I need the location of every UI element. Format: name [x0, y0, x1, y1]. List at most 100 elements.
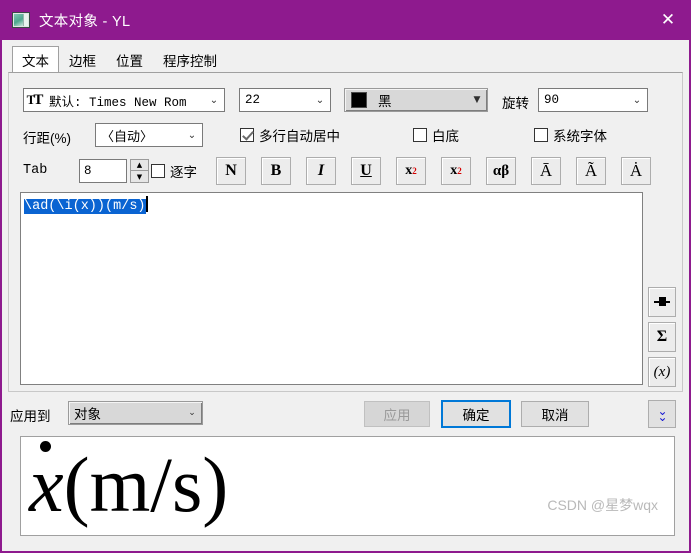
preview-rest: (m/s) — [63, 441, 229, 528]
text-editor[interactable]: \ad(\i(x))(m/s) — [20, 192, 643, 385]
white-background-label: 白底 — [432, 129, 459, 144]
tab-value[interactable]: 8 — [79, 159, 127, 183]
cancel-button-label: 取消 — [541, 408, 569, 423]
apply-to-label: 应用到 — [10, 409, 51, 424]
ok-button[interactable]: 确定 — [441, 400, 511, 428]
tab-label: 边框 — [69, 54, 96, 69]
tab-label: Tab — [23, 163, 48, 178]
insert-field-button[interactable] — [648, 287, 676, 317]
sigma-button[interactable]: Σ — [648, 322, 676, 352]
sigma-icon: Σ — [656, 328, 668, 345]
dot-accent-button[interactable]: Ȧ — [621, 157, 651, 185]
dot-accent-glyph: Ȧ — [629, 161, 643, 180]
tab-text[interactable]: 文本 — [12, 46, 59, 74]
macron-glyph: Ā — [539, 161, 553, 180]
chevron-down-icon: ▼ — [473, 95, 481, 105]
multiline-center-checkbox[interactable] — [240, 128, 254, 142]
preview-pane: x(m/s) CSDN @星梦wqx — [20, 436, 675, 536]
per-char-checkrow[interactable]: 逐字 — [151, 161, 197, 181]
line-spacing-value: 〈自动〉 — [101, 128, 154, 144]
superscript-button[interactable]: x2 — [396, 157, 426, 185]
bold-glyph: B — [270, 162, 282, 179]
font-size-combo[interactable]: 22 ⌄ — [239, 88, 331, 112]
tab-label: 文本 — [22, 54, 49, 69]
font-size-value: 22 — [245, 93, 261, 107]
apply-button[interactable]: 应用 — [364, 401, 430, 427]
apply-to-combo[interactable]: 对象 ⌄ — [68, 401, 203, 425]
italic-button[interactable]: I — [306, 157, 336, 185]
font-family-combo[interactable]: TT 默认: Times New Rom ⌄ — [23, 88, 225, 112]
greek-button[interactable]: αβ — [486, 157, 516, 185]
preview-base-glyph: x — [29, 441, 64, 528]
window-title: 文本对象 - YL — [39, 13, 131, 30]
multiline-center-label: 多行自动居中 — [259, 129, 340, 144]
double-chevron-down-icon: ⌄ ⌄ — [657, 404, 667, 424]
font-color-combo[interactable]: 黑 ▼ — [344, 88, 488, 112]
tab-position[interactable]: 位置 — [106, 47, 153, 73]
editor-selected-text[interactable]: \ad(\i(x))(m/s) — [24, 199, 146, 214]
window-image-icon — [12, 12, 30, 28]
italic-glyph: I — [317, 162, 325, 179]
chevron-down-icon: ⌄ — [188, 408, 196, 418]
superscript-mark: 2 — [412, 166, 417, 176]
tab-label: 程序控制 — [163, 54, 217, 69]
apply-button-label: 应用 — [383, 408, 411, 423]
tt-font-icon: TT — [26, 91, 44, 108]
subscript-button[interactable]: x2 — [441, 157, 471, 185]
accented-x-glyph: x — [29, 437, 64, 533]
expand-button[interactable]: ⌄ ⌄ — [648, 400, 676, 428]
text-object-dialog: 文本对象 - YL ✕ 文本 边框 位置 程序控制 TT 默认: Times N… — [0, 0, 691, 553]
white-background-checkbox[interactable] — [413, 128, 427, 142]
tab-strip: 文本 边框 位置 程序控制 — [2, 40, 689, 74]
per-char-label: 逐字 — [170, 165, 197, 180]
system-font-checkrow[interactable]: 系统字体 — [534, 125, 607, 145]
editor-line: \ad(\i(x))(m/s) — [24, 196, 148, 216]
tab-stepper[interactable]: 8 ▲ ▼ — [79, 159, 149, 183]
line-spacing-label: 行距(%) — [23, 131, 71, 146]
insert-field-icon — [654, 296, 670, 308]
tab-label: 位置 — [116, 54, 143, 69]
cancel-button[interactable]: 取消 — [521, 401, 589, 427]
rotation-value: 90 — [544, 93, 560, 107]
spinner-down-icon[interactable]: ▼ — [130, 171, 149, 183]
ok-button-label: 确定 — [462, 408, 490, 423]
normal-glyph: N — [225, 162, 237, 179]
chevron-down-icon: ⌄ — [632, 94, 642, 106]
tab-program-control[interactable]: 程序控制 — [153, 47, 227, 73]
superscript-glyph: x — [405, 163, 413, 178]
watermark: CSDN @星梦wqx — [547, 497, 658, 513]
per-char-checkbox[interactable] — [151, 164, 165, 178]
multiline-center-checkrow[interactable]: 多行自动居中 — [240, 125, 340, 145]
font-color-value: 黑 — [378, 94, 392, 109]
text-caret — [145, 196, 148, 212]
tilde-accent-button[interactable]: Ã — [576, 157, 606, 185]
preview-text: x(m/s) — [29, 437, 228, 533]
chevron-down-icon: ⌄ — [187, 129, 197, 141]
dialog-footer: 应用到 对象 ⌄ 应用 确定 取消 ⌄ ⌄ — [2, 396, 689, 432]
bold-button[interactable]: B — [261, 157, 291, 185]
system-font-checkbox[interactable] — [534, 128, 548, 142]
macron-accent-button[interactable]: Ā — [531, 157, 561, 185]
rotation-label: 旋转 — [502, 96, 529, 111]
spinner-up-icon[interactable]: ▲ — [130, 159, 149, 171]
line-spacing-combo[interactable]: 〈自动〉 ⌄ — [95, 123, 203, 147]
close-button[interactable]: ✕ — [645, 0, 691, 40]
greek-glyph: αβ — [492, 162, 510, 179]
rotation-combo[interactable]: 90 ⌄ — [538, 88, 648, 112]
chevron-down-icon: ⌄ — [315, 94, 325, 106]
tab-border[interactable]: 边框 — [59, 47, 106, 73]
tilde-glyph: Ã — [584, 161, 598, 180]
color-swatch — [351, 92, 367, 108]
tab-spinner-buttons[interactable]: ▲ ▼ — [130, 159, 149, 183]
underline-button[interactable]: U — [351, 157, 381, 185]
underline-glyph: U — [360, 162, 372, 179]
subscript-glyph: x — [450, 163, 458, 178]
subscript-mark: 2 — [457, 166, 462, 176]
system-font-label: 系统字体 — [553, 129, 607, 144]
white-background-checkrow[interactable]: 白底 — [413, 125, 459, 145]
normal-button[interactable]: N — [216, 157, 246, 185]
function-button[interactable]: (x) — [648, 357, 676, 387]
titlebar: 文本对象 - YL ✕ — [0, 0, 691, 40]
function-icon: (x) — [653, 363, 671, 380]
chevron-down-icon: ⌄ — [209, 94, 219, 106]
